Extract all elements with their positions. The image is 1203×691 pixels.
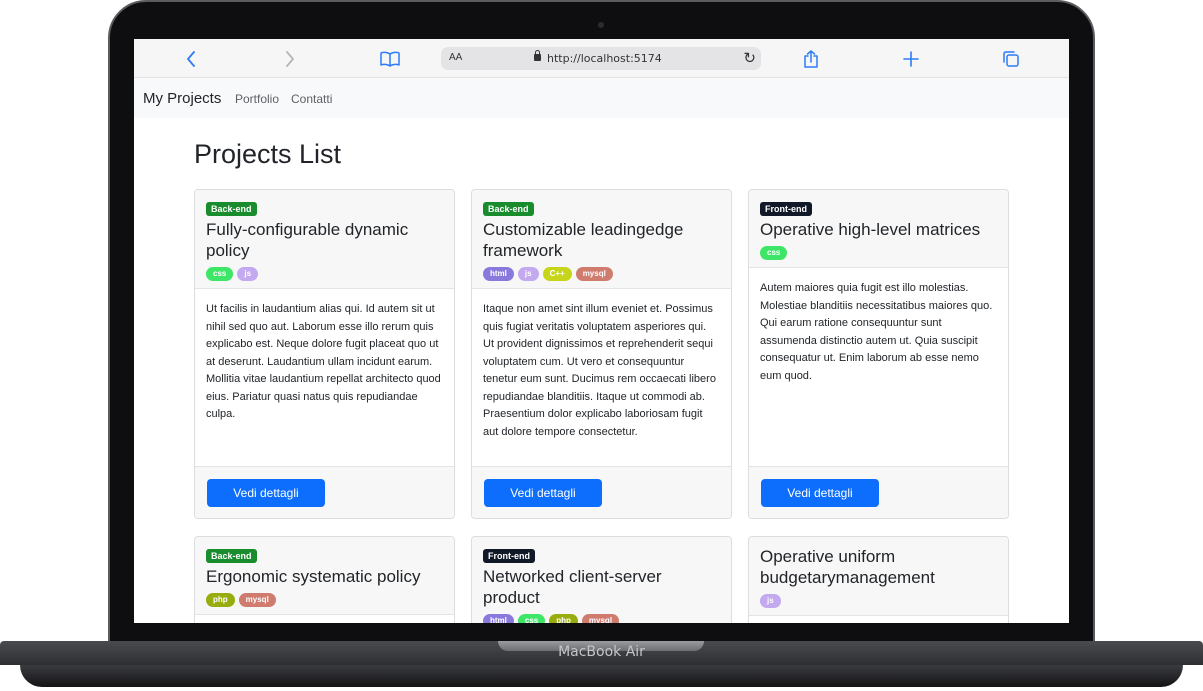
- project-title: Ergonomic systematic policy: [206, 567, 421, 586]
- project-card: Back-end Ergonomic systematic policy php…: [194, 536, 455, 623]
- browser-toolbar: AA http://localhost:5174 ↻: [134, 39, 1069, 78]
- tech-tags: css js: [206, 267, 443, 281]
- navbar: My Projects Portfolio Contatti: [134, 78, 1069, 118]
- card-header: Back-end Ergonomic systematic policy php…: [195, 537, 454, 615]
- page-title: Projects List: [194, 139, 342, 169]
- project-type-badge: Front-end: [760, 202, 812, 216]
- project-card: Front-end Operative high-level matrices …: [748, 189, 1009, 519]
- tech-tags: js: [760, 594, 997, 608]
- tech-tag: css: [517, 614, 546, 623]
- project-description: Autem maiores quia fugit est illo molest…: [760, 282, 993, 382]
- reload-icon[interactable]: ↻: [743, 49, 756, 67]
- tech-tag: mysql: [581, 614, 620, 623]
- lock-icon: [534, 50, 541, 61]
- tech-tag: php: [206, 593, 235, 607]
- tabs-overview-icon[interactable]: [1000, 48, 1022, 70]
- tech-tag: php: [549, 614, 578, 623]
- tech-tag: js: [760, 594, 781, 608]
- card-header: Front-end Networked client-server produc…: [472, 537, 731, 623]
- share-icon[interactable]: [800, 48, 822, 70]
- project-description: Itaque non amet sint illum eveniet et. P…: [483, 303, 716, 438]
- project-type-badge: Back-end: [206, 202, 257, 216]
- details-button[interactable]: Vedi dettagli: [761, 479, 879, 507]
- project-title: Customizable leadingedge framework: [483, 220, 684, 260]
- tech-tag: js: [517, 267, 539, 281]
- project-card: Back-end Customizable leadingedge framew…: [471, 189, 732, 519]
- device-label: MacBook Air: [558, 644, 645, 660]
- tech-tags: html js C++ mysql: [483, 267, 720, 281]
- card-header: Front-end Operative high-level matrices …: [749, 190, 1008, 268]
- tech-tag: html: [483, 267, 514, 281]
- card-header: Operative uniform budgetarymanagement js: [749, 537, 1008, 616]
- text-size-button[interactable]: AA: [449, 52, 462, 63]
- tech-tag: css: [760, 246, 788, 260]
- project-title: Networked client-server product: [483, 567, 662, 607]
- camera: [598, 22, 604, 28]
- new-tab-icon[interactable]: [900, 48, 922, 70]
- screen-bezel: [110, 623, 1093, 641]
- project-type-badge: Back-end: [483, 202, 534, 216]
- details-button[interactable]: Vedi dettagli: [207, 479, 325, 507]
- tech-tags: css: [760, 246, 997, 260]
- tech-tag: mysql: [575, 267, 613, 281]
- card-footer: Vedi dettagli: [195, 466, 454, 518]
- project-card: Back-end Fully-configurable dynamic poli…: [194, 189, 455, 519]
- url-text[interactable]: http://localhost:5174: [547, 52, 662, 65]
- project-title: Operative uniform budgetarymanagement: [760, 547, 935, 587]
- tech-tag: html: [483, 614, 514, 623]
- project-title: Operative high-level matrices: [760, 220, 981, 239]
- nav-link-portfolio[interactable]: Portfolio: [235, 92, 279, 106]
- card-footer: Vedi dettagli: [749, 466, 1008, 518]
- project-title: Fully-configurable dynamic policy: [206, 220, 409, 260]
- project-type-badge: Back-end: [206, 549, 257, 563]
- bookmarks-icon[interactable]: [379, 48, 401, 70]
- tech-tags: html css php mysql: [483, 614, 720, 623]
- back-icon[interactable]: [180, 48, 202, 70]
- navbar-brand[interactable]: My Projects: [143, 90, 221, 107]
- project-card: Front-end Networked client-server produc…: [471, 536, 732, 623]
- tech-tag: C++: [542, 267, 572, 281]
- address-bar[interactable]: AA http://localhost:5174 ↻: [441, 47, 761, 70]
- card-header: Back-end Customizable leadingedge framew…: [472, 190, 731, 289]
- base-bottom: [20, 665, 1183, 687]
- tech-tag: mysql: [238, 593, 276, 607]
- screen: AA http://localhost:5174 ↻ My Projects P…: [134, 39, 1069, 623]
- project-card: Operative uniform budgetarymanagement js: [748, 536, 1009, 623]
- laptop-base: MacBook Air: [0, 641, 1203, 691]
- forward-icon[interactable]: [279, 48, 301, 70]
- tech-tag: css: [206, 267, 234, 281]
- details-button[interactable]: Vedi dettagli: [484, 479, 602, 507]
- card-header: Back-end Fully-configurable dynamic poli…: [195, 190, 454, 289]
- project-type-badge: Front-end: [483, 549, 535, 563]
- project-description: Ut facilis in laudantium alias qui. Id a…: [206, 303, 441, 420]
- tech-tags: php mysql: [206, 593, 443, 607]
- nav-link-contatti[interactable]: Contatti: [291, 92, 332, 106]
- card-footer: Vedi dettagli: [472, 466, 731, 518]
- tech-tag: js: [237, 267, 259, 281]
